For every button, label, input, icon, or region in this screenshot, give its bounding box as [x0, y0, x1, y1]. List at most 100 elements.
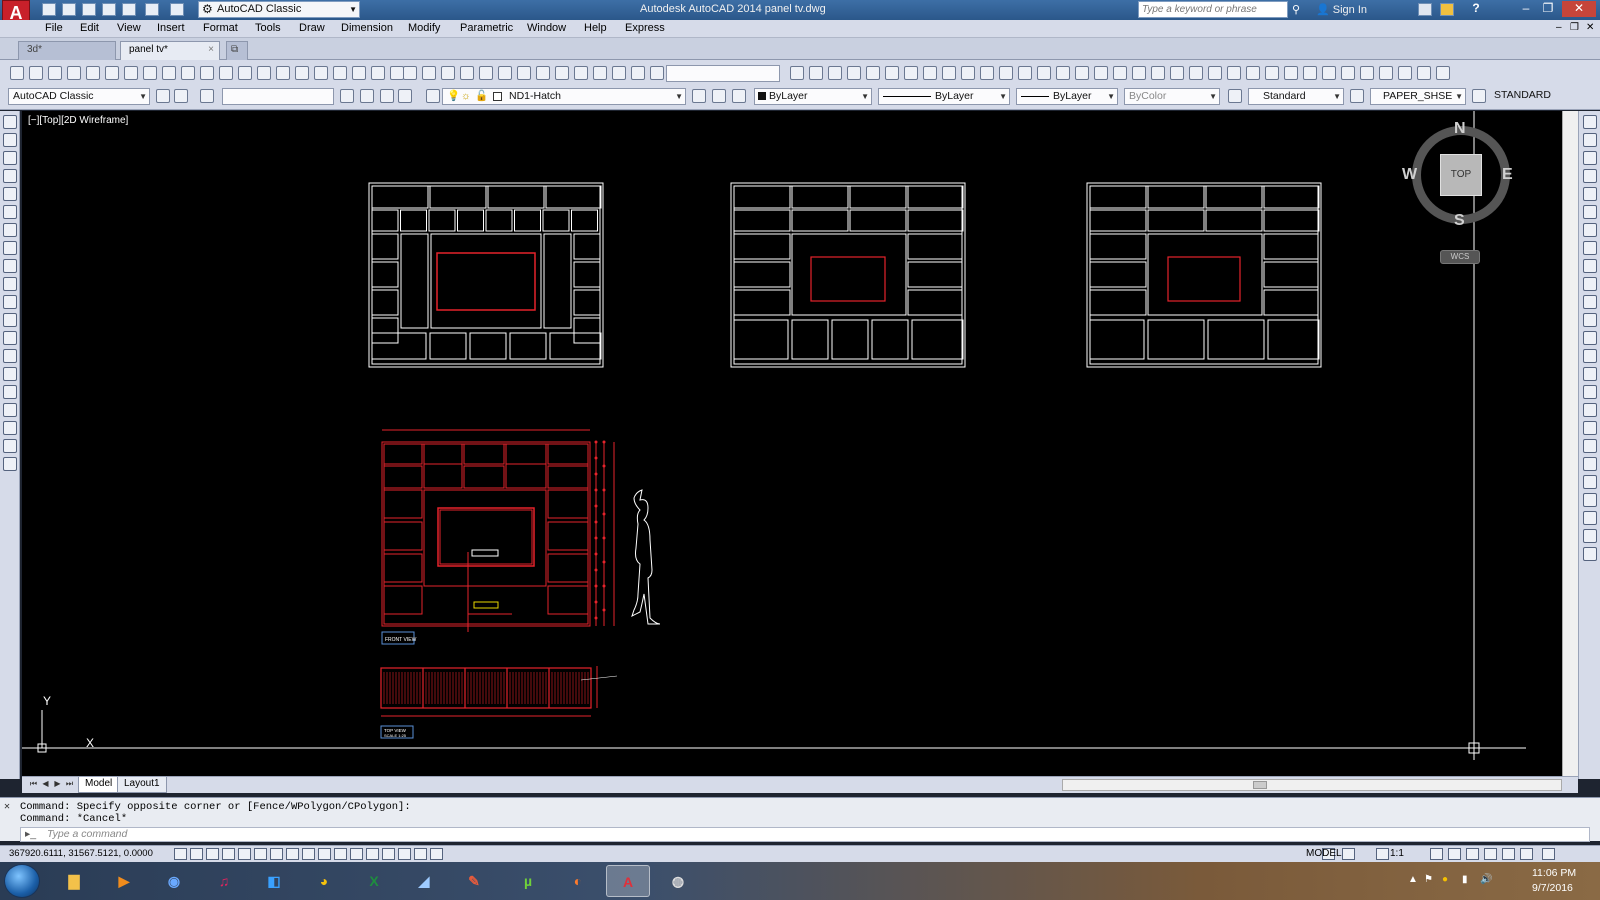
app-icon[interactable]: ◍ [656, 865, 700, 897]
utorrent-icon[interactable]: µ [506, 865, 550, 897]
sign-in-button[interactable]: 👤 Sign In [1316, 3, 1367, 16]
toolbar-tool-icon[interactable] [390, 66, 404, 80]
text-style-icon[interactable] [200, 89, 214, 103]
status-toggle-icon[interactable] [190, 848, 203, 860]
toolbar-tool-icon[interactable] [257, 66, 271, 80]
modify-tool-icon[interactable] [1583, 475, 1597, 489]
toolbar-tool-icon[interactable] [536, 66, 550, 80]
plot-icon[interactable] [122, 3, 136, 16]
layer-previous-icon[interactable] [398, 89, 412, 103]
modify-tool-icon[interactable] [1583, 349, 1597, 363]
close-tab-icon[interactable]: × [208, 44, 214, 55]
named-view-combo[interactable] [666, 65, 780, 82]
clock-time[interactable]: 11:06 PM [1532, 867, 1576, 879]
toolbar-tool-icon[interactable] [1284, 66, 1298, 80]
draw-tool-icon[interactable] [3, 241, 17, 255]
toolbar-tool-icon[interactable] [593, 66, 607, 80]
toolbar-tool-icon[interactable] [200, 66, 214, 80]
network-icon[interactable]: ▮ [1462, 874, 1474, 886]
app-icon[interactable]: ◉ [152, 865, 196, 897]
compass-east[interactable]: E [1502, 166, 1513, 184]
toolbar-tool-icon[interactable] [612, 66, 626, 80]
make-current-icon[interactable] [692, 89, 706, 103]
toolbar-tool-icon[interactable] [67, 66, 81, 80]
draw-tool-icon[interactable] [3, 331, 17, 345]
doc-restore-button[interactable]: ❐ [1570, 22, 1579, 33]
status-toggle-icon[interactable] [1520, 848, 1533, 860]
layer-properties-icon[interactable] [340, 89, 354, 103]
toolbar-tool-icon[interactable] [847, 66, 861, 80]
doc-close-button[interactable]: ✕ [1586, 22, 1594, 33]
toolbar-tool-icon[interactable] [574, 66, 588, 80]
excel-icon[interactable]: X [352, 865, 396, 897]
flag-icon[interactable]: ⚑ [1424, 874, 1436, 886]
status-toggle-icon[interactable] [414, 848, 427, 860]
command-input[interactable]: ▸_ Type a command [20, 827, 1590, 842]
toolbar-tool-icon[interactable] [181, 66, 195, 80]
file-explorer-icon[interactable]: ▇ [52, 865, 96, 897]
status-toggle-icon[interactable] [1342, 848, 1355, 860]
draw-tool-icon[interactable] [3, 277, 17, 291]
media-player-icon[interactable]: ▶ [102, 865, 146, 897]
toolbar-tool-icon[interactable] [1037, 66, 1051, 80]
toolbar-tool-icon[interactable] [923, 66, 937, 80]
toolbar-tool-icon[interactable] [517, 66, 531, 80]
firefox-icon[interactable]: ◐ [556, 865, 600, 897]
toolbar-tool-icon[interactable] [403, 66, 417, 80]
toolbar-tool-icon[interactable] [1265, 66, 1279, 80]
toolbar-tool-icon[interactable] [1436, 66, 1450, 80]
close-window-button[interactable]: ✕ [1562, 1, 1596, 17]
toolbar-tool-icon[interactable] [828, 66, 842, 80]
toolbar-tool-icon[interactable] [1208, 66, 1222, 80]
toolbar-tool-icon[interactable] [1417, 66, 1431, 80]
draw-tool-icon[interactable] [3, 403, 17, 417]
save-as-icon[interactable] [102, 3, 116, 16]
tab-layout1[interactable]: Layout1 [117, 777, 167, 793]
status-toggle-icon[interactable] [1376, 848, 1389, 860]
draw-tool-icon[interactable] [3, 259, 17, 273]
binoculars-icon[interactable]: ⚲ [1292, 3, 1306, 16]
draw-tool-icon[interactable] [3, 349, 17, 363]
toolbar-tool-icon[interactable] [790, 66, 804, 80]
draw-tool-icon[interactable] [3, 151, 17, 165]
toolbar-tool-icon[interactable] [904, 66, 918, 80]
last-tab-arrow[interactable]: ⏭ [64, 779, 75, 790]
status-toggle-icon[interactable] [1542, 848, 1555, 860]
toolbar-tool-icon[interactable] [86, 66, 100, 80]
modify-tool-icon[interactable] [1583, 205, 1597, 219]
layer-match-icon[interactable] [712, 89, 726, 103]
toolbar-tool-icon[interactable] [1360, 66, 1374, 80]
status-toggle-icon[interactable] [1448, 848, 1461, 860]
draw-tool-icon[interactable] [3, 133, 17, 147]
wcs-menu[interactable]: WCS [1440, 250, 1480, 264]
modify-tool-icon[interactable] [1583, 133, 1597, 147]
toolbar-tool-icon[interactable] [1056, 66, 1070, 80]
status-toggle-icon[interactable] [398, 848, 411, 860]
menu-file[interactable]: File [45, 22, 63, 34]
toolbar-tool-icon[interactable] [555, 66, 569, 80]
viewport-controls[interactable]: [−][Top][2D Wireframe] [28, 115, 128, 126]
save-icon[interactable] [82, 3, 96, 16]
toolbar-tool-icon[interactable] [1398, 66, 1412, 80]
toolbar-tool-icon[interactable] [1094, 66, 1108, 80]
toolbar-tool-icon[interactable] [961, 66, 975, 80]
toolbar-tool-icon[interactable] [809, 66, 823, 80]
toolbar-tool-icon[interactable] [124, 66, 138, 80]
status-toggle-icon[interactable] [238, 848, 251, 860]
toolbar-tool-icon[interactable] [631, 66, 645, 80]
menu-dimension[interactable]: Dimension [341, 22, 393, 34]
draw-tool-icon[interactable] [3, 169, 17, 183]
toolbar-tool-icon[interactable] [219, 66, 233, 80]
toolbar-tool-icon[interactable] [1322, 66, 1336, 80]
app-tray-icon[interactable]: ● [1442, 874, 1454, 886]
customize-icon[interactable] [174, 89, 188, 103]
dimension-style-icon[interactable] [1350, 89, 1364, 103]
toolbar-tool-icon[interactable] [1303, 66, 1317, 80]
status-toggle-icon[interactable] [1484, 848, 1497, 860]
toolbar-tool-icon[interactable] [105, 66, 119, 80]
modify-tool-icon[interactable] [1583, 151, 1597, 165]
minimize-button[interactable]: – [1516, 1, 1536, 17]
modify-tool-icon[interactable] [1583, 223, 1597, 237]
status-toggle-icon[interactable] [334, 848, 347, 860]
doc-minimize-button[interactable]: – [1556, 22, 1562, 33]
